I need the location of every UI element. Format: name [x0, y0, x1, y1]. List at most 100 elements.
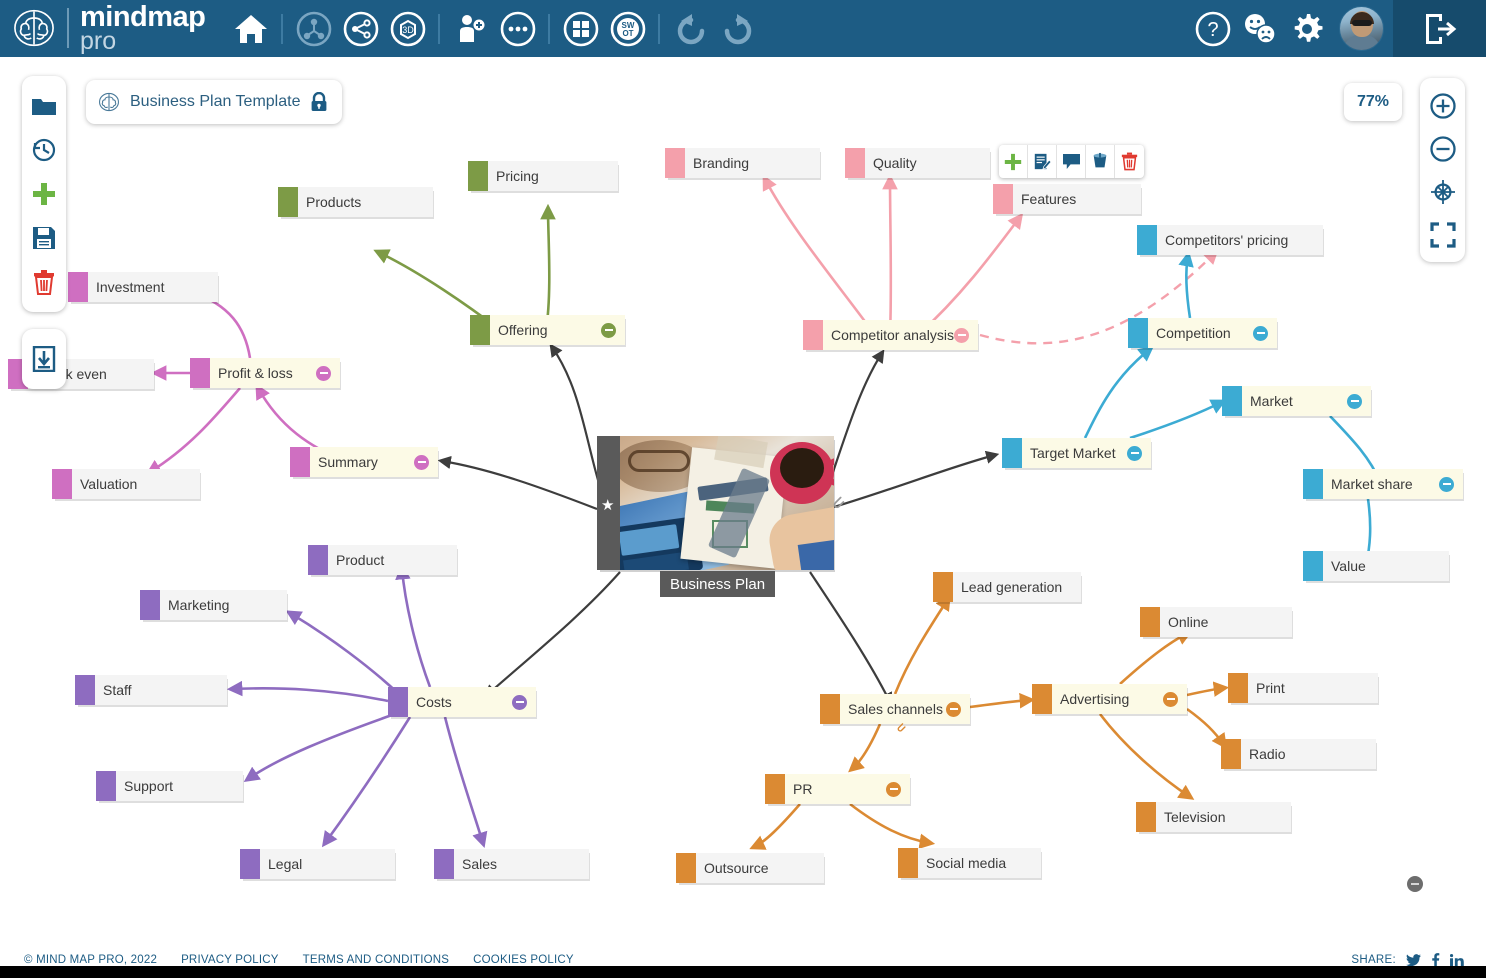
- 3d-view-icon[interactable]: 3D: [384, 5, 431, 52]
- mindmap-node-investment[interactable]: Investment: [68, 272, 218, 302]
- privacy-policy-link[interactable]: PRIVACY POLICY: [181, 954, 279, 966]
- add-child-icon[interactable]: [999, 145, 1028, 178]
- brand-logo[interactable]: mindmap pro: [0, 3, 206, 54]
- mindmap-node-radio[interactable]: Radio: [1221, 739, 1376, 769]
- network-view-icon[interactable]: [337, 5, 384, 52]
- node-color-bar: [1303, 551, 1323, 581]
- mindmap-node-television[interactable]: Television: [1136, 802, 1291, 832]
- cookies-policy-link[interactable]: COOKIES POLICY: [473, 954, 574, 966]
- mindmap-node-lead-gen[interactable]: Lead generation: [933, 572, 1081, 602]
- mindmap-node-target-mkt[interactable]: Target Market: [1002, 438, 1151, 468]
- mindmap-node-pr[interactable]: PR: [765, 774, 910, 804]
- mindmap-node-advertising[interactable]: Advertising: [1032, 684, 1187, 714]
- mindmap-node-sales-chan[interactable]: Sales channels: [820, 694, 970, 732]
- mindmap-node-summary[interactable]: Summary: [290, 447, 438, 477]
- mindmap-node-staff[interactable]: Staff: [75, 675, 227, 705]
- node-collapse-button[interactable]: [512, 694, 527, 710]
- redo-icon[interactable]: [714, 5, 761, 52]
- mindmap-canvas[interactable]: Business Plan Template 77% ★ Business Pl…: [0, 57, 1486, 942]
- history-clock-icon[interactable]: [22, 128, 66, 172]
- mindmap-node-valuation[interactable]: Valuation: [52, 469, 200, 499]
- zoom-in-icon[interactable]: [1420, 84, 1465, 127]
- help-icon[interactable]: ?: [1189, 5, 1236, 52]
- share-label: SHARE:: [1351, 954, 1396, 966]
- mindmap-node-profit-loss[interactable]: Profit & loss: [190, 358, 340, 388]
- node-collapse-button[interactable]: [316, 365, 331, 381]
- more-options-icon[interactable]: [494, 5, 541, 52]
- dashboard-icon[interactable]: [557, 5, 604, 52]
- mindmap-node-comp-pricing[interactable]: Competitors' pricing: [1137, 225, 1323, 255]
- mindmap-view-icon[interactable]: [290, 5, 337, 52]
- twitter-icon[interactable]: [1406, 953, 1421, 967]
- node-link-icon[interactable]: [894, 720, 908, 734]
- node-collapse-button[interactable]: [414, 454, 429, 470]
- node-color-bar: [434, 849, 454, 879]
- mindmap-node-products[interactable]: Products: [278, 187, 433, 217]
- logout-button[interactable]: [1393, 0, 1486, 57]
- swot-icon[interactable]: SW OT: [604, 5, 651, 52]
- undo-icon[interactable]: [667, 5, 714, 52]
- fill-color-icon[interactable]: [1086, 145, 1115, 178]
- node-collapse-button[interactable]: [954, 327, 969, 343]
- fullscreen-icon[interactable]: [1420, 213, 1465, 256]
- node-collapse-button[interactable]: [886, 781, 901, 797]
- node-collapse-button[interactable]: [601, 322, 616, 338]
- map-title-chip[interactable]: Business Plan Template: [86, 80, 343, 124]
- open-folder-icon[interactable]: [22, 84, 66, 128]
- center-collapse-button[interactable]: [1407, 876, 1423, 892]
- node-label: Competitors' pricing: [1165, 232, 1289, 248]
- delete-node-icon[interactable]: [1115, 145, 1144, 178]
- mindmap-node-features[interactable]: Features: [993, 184, 1141, 214]
- add-node-icon[interactable]: [22, 172, 66, 216]
- save-icon[interactable]: [22, 216, 66, 260]
- node-collapse-button[interactable]: [1253, 325, 1268, 341]
- node-label: Television: [1164, 809, 1226, 825]
- home-icon[interactable]: [227, 5, 274, 52]
- comment-icon[interactable]: [1057, 145, 1086, 178]
- node-collapse-button[interactable]: [1127, 445, 1142, 461]
- toolbar-divider: [438, 13, 441, 44]
- export-download-icon[interactable]: [22, 337, 66, 381]
- node-label: Support: [124, 778, 174, 794]
- recenter-icon[interactable]: [1420, 170, 1465, 213]
- mindmap-node-marketing[interactable]: Marketing: [140, 590, 287, 620]
- avatar[interactable]: [1339, 6, 1384, 51]
- mindmap-node-support[interactable]: Support: [96, 771, 243, 801]
- mindmap-node-competitor[interactable]: Competitor analysis: [803, 320, 978, 350]
- attachment-icon[interactable]: [830, 494, 846, 515]
- mindmap-node-online[interactable]: Online: [1140, 607, 1292, 637]
- center-node[interactable]: ★: [597, 436, 1423, 892]
- node-collapse-button[interactable]: [1163, 691, 1178, 707]
- mindmap-node-social[interactable]: Social media: [898, 848, 1041, 878]
- mindmap-node-outsource[interactable]: Outsource: [676, 853, 824, 883]
- mindmap-node-branding[interactable]: Branding: [665, 148, 820, 178]
- mindmap-node-quality[interactable]: Quality: [845, 148, 990, 178]
- mindmap-node-sales[interactable]: Sales: [434, 849, 589, 879]
- facebook-icon[interactable]: [1431, 953, 1440, 967]
- mindmap-node-competition[interactable]: Competition: [1128, 318, 1277, 348]
- node-label: Pricing: [496, 168, 539, 184]
- zoom-out-icon[interactable]: [1420, 127, 1465, 170]
- mindmap-node-product[interactable]: Product: [308, 545, 457, 575]
- mindmap-node-pricing[interactable]: Pricing: [468, 161, 618, 191]
- lock-icon[interactable]: [310, 92, 328, 112]
- mindmap-node-value[interactable]: Value: [1303, 551, 1449, 581]
- mindmap-node-offering[interactable]: Offering: [470, 315, 625, 345]
- edit-note-icon[interactable]: [1028, 145, 1057, 178]
- mindmap-node-costs[interactable]: Costs: [388, 687, 536, 717]
- mindmap-node-market[interactable]: Market: [1222, 386, 1371, 416]
- terms-conditions-link[interactable]: TERMS AND CONDITIONS: [303, 954, 449, 966]
- node-collapse-button[interactable]: [946, 701, 961, 717]
- avatar-sunglasses: [1351, 20, 1372, 27]
- node-collapse-button[interactable]: [1347, 393, 1362, 409]
- mindmap-node-market-share[interactable]: Market share: [1303, 469, 1463, 499]
- linkedin-icon[interactable]: [1450, 953, 1464, 967]
- feedback-icon[interactable]: [1236, 5, 1283, 52]
- add-person-icon[interactable]: [447, 5, 494, 52]
- settings-gear-icon[interactable]: [1283, 5, 1330, 52]
- mindmap-node-print[interactable]: Print: [1228, 673, 1378, 703]
- delete-trash-icon[interactable]: [22, 260, 66, 304]
- node-collapse-button[interactable]: [1439, 476, 1454, 492]
- brain-icon: [99, 92, 119, 112]
- mindmap-node-legal[interactable]: Legal: [240, 849, 395, 879]
